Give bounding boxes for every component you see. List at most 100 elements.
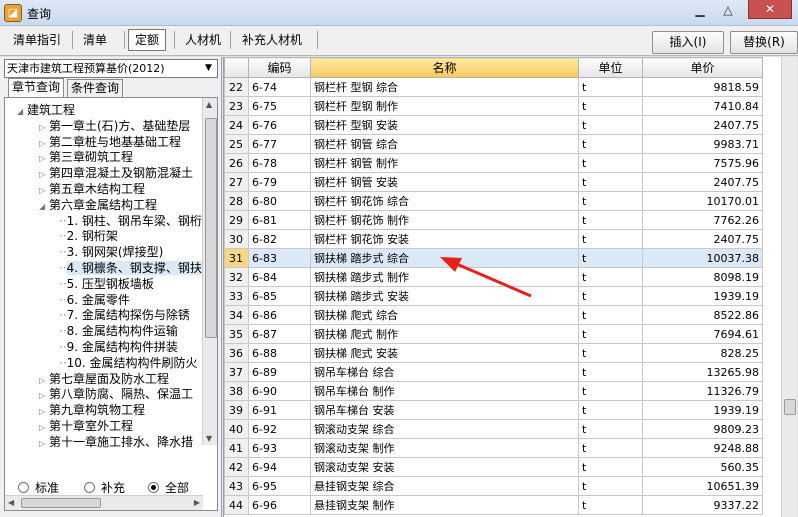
- grid-vertical-scrollbar[interactable]: [781, 57, 797, 517]
- code-cell[interactable]: 6-96: [248, 495, 311, 515]
- tab-supplement-material[interactable]: 补充人材机: [235, 29, 309, 51]
- price-cell[interactable]: 1939.19: [642, 286, 763, 306]
- code-cell[interactable]: 6-92: [248, 419, 311, 439]
- code-cell[interactable]: 6-80: [248, 191, 311, 211]
- tab-condition-query[interactable]: 条件查询: [67, 79, 124, 98]
- unit-cell[interactable]: t: [578, 229, 643, 249]
- row-index-cell[interactable]: 23: [224, 96, 249, 116]
- radio-circle-icon[interactable]: [84, 482, 95, 493]
- unit-cell[interactable]: t: [578, 191, 643, 211]
- tree-item[interactable]: ▷ 第十章室外工程: [39, 418, 133, 434]
- unit-cell[interactable]: t: [578, 267, 643, 287]
- chevron-down-icon[interactable]: ▼: [201, 61, 216, 76]
- scroll-thumb[interactable]: [21, 498, 101, 508]
- row-index-cell[interactable]: 31: [224, 248, 249, 268]
- price-cell[interactable]: 9818.59: [642, 77, 763, 97]
- row-index-cell[interactable]: 24: [224, 115, 249, 135]
- row-index-cell[interactable]: 39: [224, 400, 249, 420]
- table-row[interactable]: 38 6-90 钢吊车梯台 制作 t 11326.79: [224, 381, 763, 401]
- col-header-name[interactable]: 名称: [310, 57, 579, 78]
- name-cell[interactable]: 悬挂钢支架 综合: [310, 476, 579, 496]
- price-cell[interactable]: 2407.75: [642, 172, 763, 192]
- name-cell[interactable]: 钢吊车梯台 制作: [310, 381, 579, 401]
- expand-right-icon[interactable]: ▷: [39, 436, 49, 452]
- radio-standard[interactable]: 标准: [18, 480, 59, 496]
- unit-cell[interactable]: t: [578, 438, 643, 458]
- maximize-icon[interactable]: △: [716, 1, 740, 19]
- unit-cell[interactable]: t: [578, 495, 643, 515]
- price-cell[interactable]: 9983.71: [642, 134, 763, 154]
- unit-cell[interactable]: t: [578, 210, 643, 230]
- code-cell[interactable]: 6-87: [248, 324, 311, 344]
- name-cell[interactable]: 钢扶梯 踏步式 安装: [310, 286, 579, 306]
- scroll-left-icon[interactable]: ◀: [8, 498, 14, 507]
- name-cell[interactable]: 钢栏杆 钢管 综合: [310, 134, 579, 154]
- row-index-cell[interactable]: 36: [224, 343, 249, 363]
- name-cell[interactable]: 钢扶梯 爬式 安装: [310, 343, 579, 363]
- price-cell[interactable]: 9337.22: [642, 495, 763, 515]
- name-cell[interactable]: 钢栏杆 型钢 制作: [310, 96, 579, 116]
- row-index-cell[interactable]: 32: [224, 267, 249, 287]
- tree-item[interactable]: ··7. 金属结构探伤与除锈: [59, 307, 190, 323]
- code-cell[interactable]: 6-79: [248, 172, 311, 192]
- code-cell[interactable]: 6-88: [248, 343, 311, 363]
- col-header-unit[interactable]: 单位: [578, 57, 643, 78]
- tree-item[interactable]: ◢ 建筑工程: [17, 102, 75, 118]
- name-cell[interactable]: 钢滚动支架 安装: [310, 457, 579, 477]
- table-row[interactable]: 42 6-94 钢滚动支架 安装 t 560.35: [224, 457, 763, 477]
- unit-cell[interactable]: t: [578, 172, 643, 192]
- price-cell[interactable]: 13265.98: [642, 362, 763, 382]
- name-cell[interactable]: 钢栏杆 型钢 安装: [310, 115, 579, 135]
- name-cell[interactable]: 悬挂钢支架 制作: [310, 495, 579, 515]
- code-cell[interactable]: 6-95: [248, 476, 311, 496]
- unit-cell[interactable]: t: [578, 457, 643, 477]
- price-cell[interactable]: 828.25: [642, 343, 763, 363]
- price-cell[interactable]: 11326.79: [642, 381, 763, 401]
- unit-cell[interactable]: t: [578, 324, 643, 344]
- row-index-cell[interactable]: 22: [224, 77, 249, 97]
- tab-bill-guide[interactable]: 清单指引: [6, 29, 68, 51]
- tab-bill[interactable]: 清单: [76, 29, 114, 51]
- code-cell[interactable]: 6-90: [248, 381, 311, 401]
- expand-down-icon[interactable]: ◢: [39, 199, 49, 215]
- row-index-cell[interactable]: 43: [224, 476, 249, 496]
- price-cell[interactable]: 10037.38: [642, 248, 763, 268]
- col-header-code[interactable]: 编码: [248, 57, 311, 78]
- tree-item[interactable]: ▷ 第十一章施工排水、降水措: [39, 434, 193, 450]
- row-index-cell[interactable]: 30: [224, 229, 249, 249]
- price-cell[interactable]: 2407.75: [642, 115, 763, 135]
- tree-item[interactable]: ◢ 第六章金属结构工程: [39, 197, 157, 213]
- table-row[interactable]: 35 6-87 钢扶梯 爬式 制作 t 7694.61: [224, 324, 763, 344]
- table-row[interactable]: 29 6-81 钢栏杆 钢花饰 制作 t 7762.26: [224, 210, 763, 230]
- code-cell[interactable]: 6-82: [248, 229, 311, 249]
- radio-all[interactable]: 全部: [148, 480, 189, 496]
- code-cell[interactable]: 6-77: [248, 134, 311, 154]
- code-cell[interactable]: 6-84: [248, 267, 311, 287]
- name-cell[interactable]: 钢扶梯 踏步式 制作: [310, 267, 579, 287]
- row-index-cell[interactable]: 35: [224, 324, 249, 344]
- unit-cell[interactable]: t: [578, 153, 643, 173]
- code-cell[interactable]: 6-93: [248, 438, 311, 458]
- scroll-right-icon[interactable]: ▶: [194, 498, 200, 507]
- name-cell[interactable]: 钢滚动支架 制作: [310, 438, 579, 458]
- tree-item[interactable]: ▷ 第九章构筑物工程: [39, 402, 145, 418]
- table-row[interactable]: 27 6-79 钢栏杆 钢管 安装 t 2407.75: [224, 172, 763, 192]
- price-cell[interactable]: 2407.75: [642, 229, 763, 249]
- tree-vertical-scrollbar[interactable]: ▲ ▼: [202, 98, 217, 445]
- row-index-cell[interactable]: 26: [224, 153, 249, 173]
- tree-item[interactable]: ▷ 第七章屋面及防水工程: [39, 371, 169, 387]
- name-cell[interactable]: 钢滚动支架 综合: [310, 419, 579, 439]
- tree-item[interactable]: ▷ 第四章混凝土及钢筋混凝土: [39, 165, 193, 181]
- table-row[interactable]: 32 6-84 钢扶梯 踏步式 制作 t 8098.19: [224, 267, 763, 287]
- radio-circle-icon[interactable]: [148, 482, 159, 493]
- replace-button[interactable]: 替换(R): [730, 31, 798, 54]
- unit-cell[interactable]: t: [578, 96, 643, 116]
- tree-item[interactable]: ··2. 钢桁架: [59, 228, 118, 244]
- row-index-cell[interactable]: 42: [224, 457, 249, 477]
- row-index-cell[interactable]: 33: [224, 286, 249, 306]
- radio-supplement[interactable]: 补充: [84, 480, 125, 496]
- minimize-icon[interactable]: ▁: [688, 1, 712, 19]
- name-cell[interactable]: 钢扶梯 踏步式 综合: [310, 248, 579, 268]
- scroll-up-icon[interactable]: ▲: [206, 100, 212, 109]
- tree-horizontal-scrollbar[interactable]: ◀ ▶: [5, 495, 203, 510]
